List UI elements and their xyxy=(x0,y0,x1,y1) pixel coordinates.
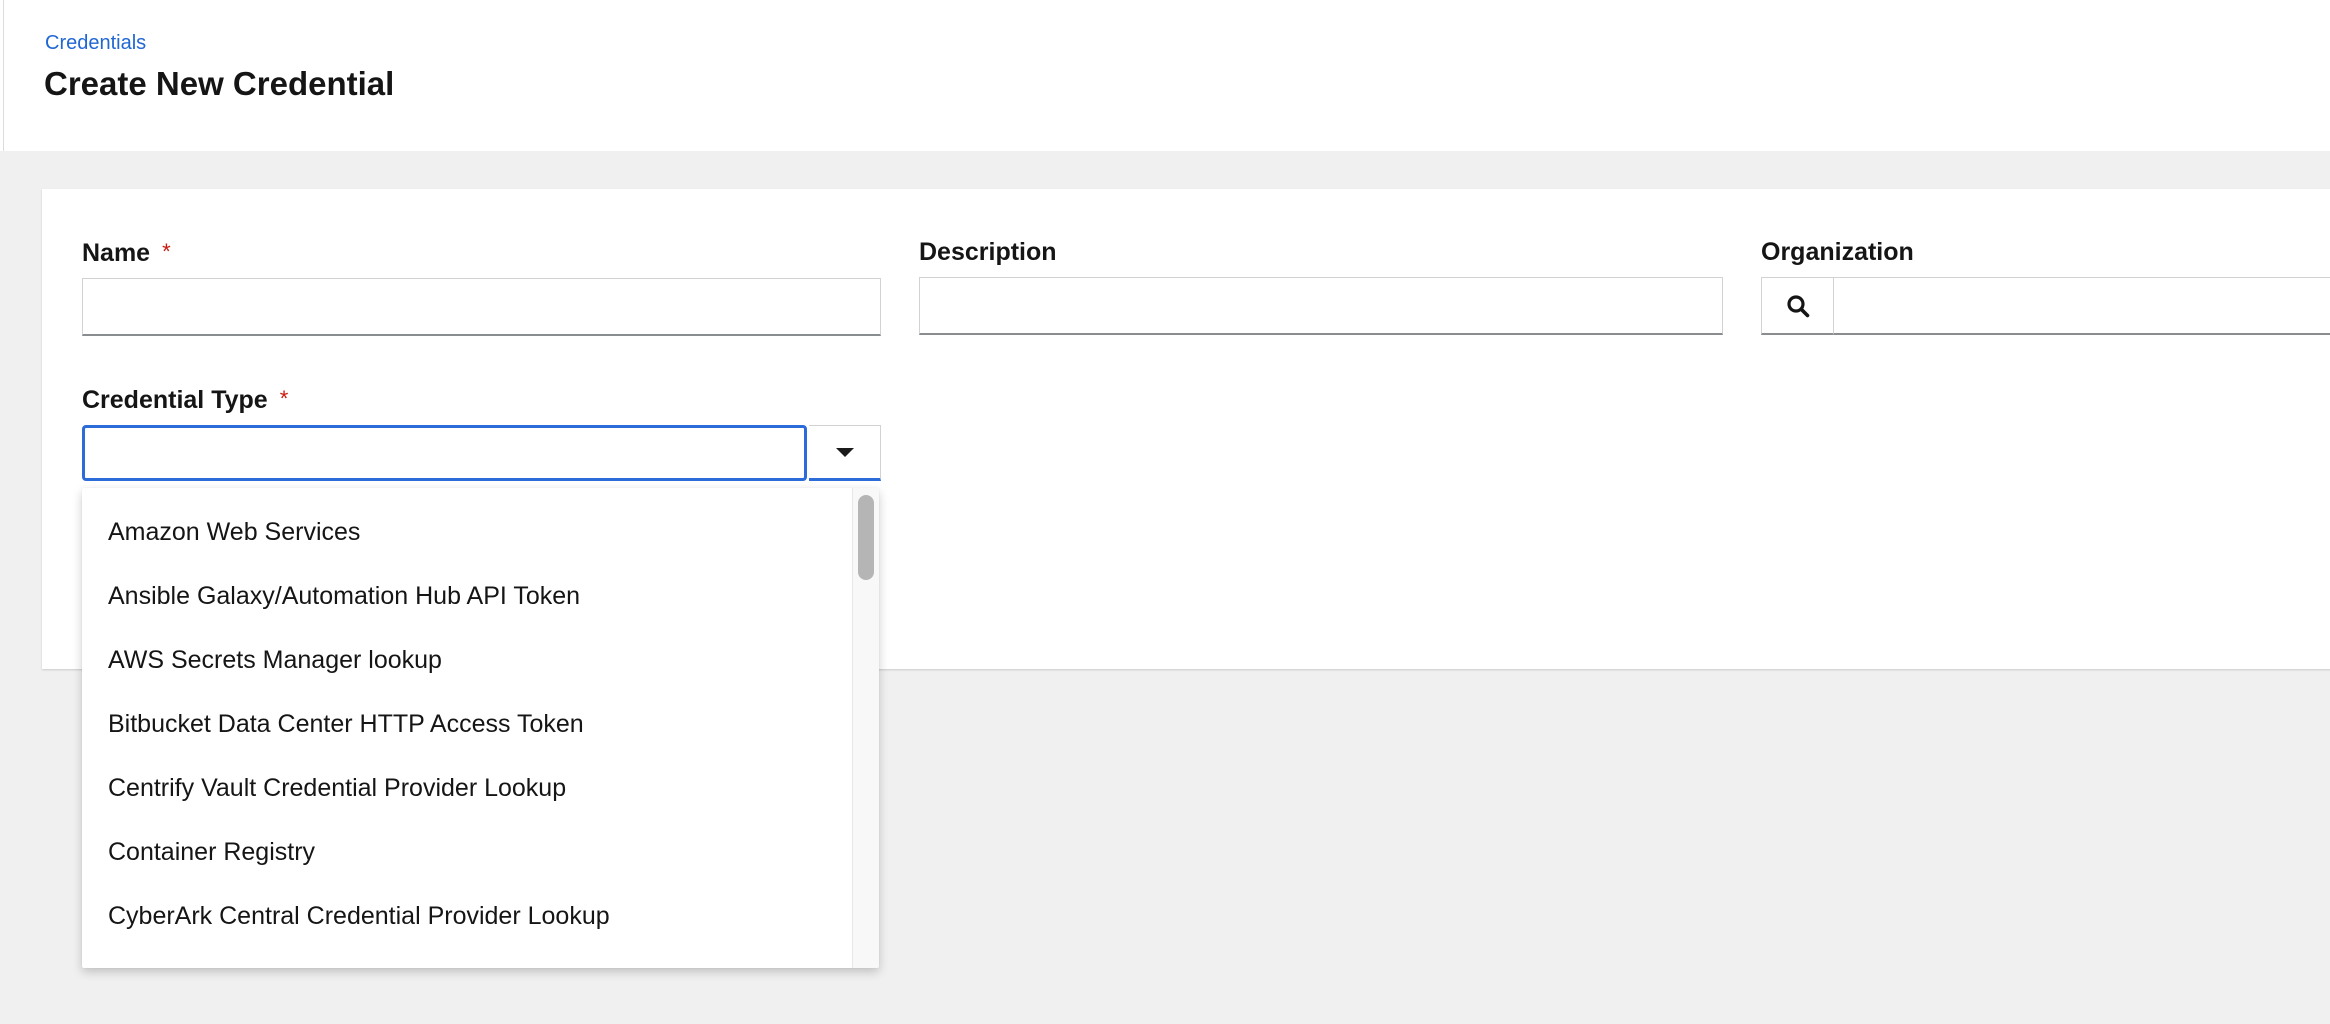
search-icon xyxy=(1785,293,1811,319)
credential-type-toggle-button[interactable] xyxy=(809,425,881,481)
organization-field-group: Organization xyxy=(1761,238,2330,336)
organization-search-button[interactable] xyxy=(1761,277,1834,335)
credential-type-option[interactable]: CyberArk Central Credential Provider Loo… xyxy=(82,884,879,948)
window-edge-line xyxy=(3,0,4,151)
name-required-asterisk: * xyxy=(162,239,171,264)
organization-input[interactable] xyxy=(1834,277,2330,335)
credential-type-dropdown-menu: Amazon Web ServicesAnsible Galaxy/Automa… xyxy=(82,488,879,968)
page-title: Create New Credential xyxy=(44,64,394,104)
dropdown-scrollbar-thumb[interactable] xyxy=(858,495,874,580)
credential-type-required-asterisk: * xyxy=(280,386,289,411)
name-field-group: Name * xyxy=(82,238,881,336)
credential-type-label-text: Credential Type xyxy=(82,386,268,414)
name-label: Name * xyxy=(82,238,881,267)
name-label-text: Name xyxy=(82,239,150,267)
credential-type-option[interactable]: Centrify Vault Credential Provider Looku… xyxy=(82,756,879,820)
organization-lookup-control xyxy=(1761,277,2330,335)
dropdown-scrollbar-track[interactable] xyxy=(852,488,879,968)
breadcrumb-credentials-link[interactable]: Credentials xyxy=(45,30,146,56)
credential-type-label: Credential Type * xyxy=(82,385,881,414)
credential-type-option[interactable]: Bitbucket Data Center HTTP Access Token xyxy=(82,692,879,756)
credential-type-option[interactable]: Ansible Galaxy/Automation Hub API Token xyxy=(82,564,879,628)
credential-type-combobox xyxy=(82,425,881,481)
credential-type-option[interactable]: Container Registry xyxy=(82,820,879,884)
credential-type-option[interactable]: AWS Secrets Manager lookup xyxy=(82,628,879,692)
create-credential-page: { "header": { "breadcrumb": "Credentials… xyxy=(0,0,2330,1024)
credential-type-input[interactable] xyxy=(82,425,807,481)
description-label: Description xyxy=(919,238,1723,266)
caret-down-icon xyxy=(836,448,854,457)
page-header: Credentials Create New Credential xyxy=(0,0,2330,151)
credential-form: Name * Description Organization xyxy=(42,189,2330,481)
credential-type-option-list: Amazon Web ServicesAnsible Galaxy/Automa… xyxy=(82,500,879,948)
name-input[interactable] xyxy=(82,278,881,336)
credential-type-option[interactable]: Amazon Web Services xyxy=(82,500,879,564)
credential-type-field-group: Credential Type * xyxy=(82,385,881,481)
description-field-group: Description xyxy=(919,238,1723,336)
organization-label: Organization xyxy=(1761,238,2330,266)
description-input[interactable] xyxy=(919,277,1723,335)
